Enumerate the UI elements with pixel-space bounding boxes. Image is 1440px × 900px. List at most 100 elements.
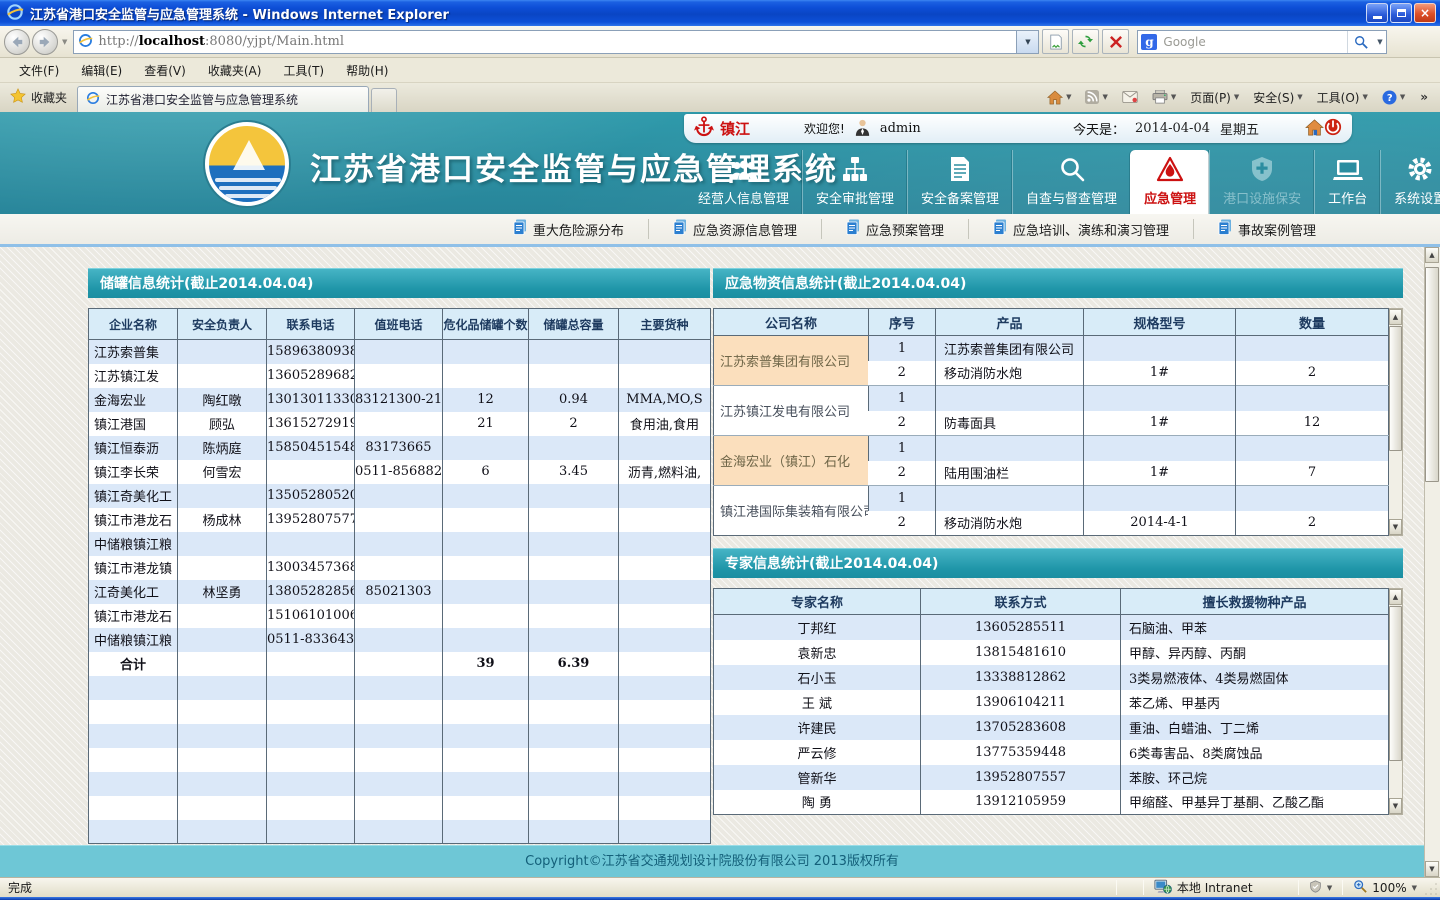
scroll-down-icon[interactable]: ▼	[1389, 519, 1402, 535]
home-shortcut-icon[interactable]	[1305, 119, 1324, 139]
table-cell	[89, 724, 178, 748]
scroll-up-icon[interactable]: ▲	[1389, 309, 1402, 325]
experts-table-row: 陶 勇13912105959甲缩醛、甲基异丁基酮、乙酸乙酯	[714, 790, 1389, 815]
restore-button[interactable]	[1390, 3, 1412, 23]
table-cell	[355, 532, 443, 556]
tank-table: 企业名称安全负责人联系电话值班电话危化品储罐个数储罐总容量主要货种 江苏索普集1…	[88, 308, 711, 844]
scroll-up-icon[interactable]: ▲	[1425, 247, 1439, 263]
help-button[interactable]: ?▼	[1377, 86, 1410, 108]
table-cell: 83121300-21	[355, 388, 443, 412]
refresh-button[interactable]	[1072, 29, 1099, 54]
table-cell: 13815481610	[921, 640, 1121, 665]
table-cell	[443, 628, 529, 652]
magnifier-icon	[1059, 156, 1085, 182]
forward-button[interactable]	[32, 29, 58, 55]
table-cell: 0.94	[529, 388, 619, 412]
scroll-down-icon[interactable]: ▼	[1389, 798, 1402, 814]
menu-item[interactable]: 文件(F)	[8, 62, 70, 79]
menu-item[interactable]: 收藏夹(A)	[197, 62, 273, 79]
favorites-button[interactable]: 收藏夹	[0, 88, 77, 112]
subnav-item[interactable]: 应急资源信息管理	[648, 219, 821, 239]
scrollbar-thumb[interactable]	[1425, 267, 1439, 482]
table-cell	[443, 508, 529, 532]
table-cell: 江苏镇江发	[89, 364, 178, 388]
table-cell	[355, 796, 443, 820]
minimize-button[interactable]	[1366, 3, 1388, 23]
resize-grip[interactable]	[1425, 881, 1439, 895]
supplies-scrollbar[interactable]: ▲ ▼	[1389, 308, 1403, 536]
menu-item[interactable]: 编辑(E)	[70, 62, 133, 79]
search-box[interactable]: g Google ▼	[1137, 30, 1387, 54]
close-button[interactable]: ×	[1414, 3, 1436, 23]
search-dropdown-icon[interactable]: ▼	[1373, 38, 1386, 46]
table-cell	[443, 748, 529, 772]
table-cell	[529, 820, 619, 844]
column-header: 规格型号	[1084, 309, 1236, 336]
table-cell	[355, 508, 443, 532]
main-nav-item[interactable]: 工作台	[1314, 150, 1380, 214]
main-nav-item[interactable]: 经营人信息管理	[685, 150, 802, 214]
supplies-table-row: 江苏索普集团有限公司1江苏索普集团有限公司	[714, 336, 1389, 361]
stop-button[interactable]	[1102, 29, 1129, 54]
scrollbar-thumb[interactable]	[1389, 326, 1402, 451]
table-cell	[619, 484, 711, 508]
subnav-item[interactable]: 应急预案管理	[821, 219, 968, 239]
page-menu-button[interactable]: 页面(P)▼	[1185, 86, 1244, 108]
scroll-down-icon[interactable]: ▼	[1425, 861, 1439, 877]
read-mail-button[interactable]	[1117, 86, 1143, 108]
tank-table-row: 中储粮镇江粮0511-833643	[89, 628, 711, 652]
address-bar[interactable]: http://localhost:8080/yjpt/Main.html ▼	[73, 30, 1039, 54]
main-nav-item[interactable]: 自查与督查管理	[1012, 150, 1130, 214]
print-button[interactable]: ▼	[1147, 86, 1181, 108]
table-cell	[267, 820, 355, 844]
table-cell: 13775359448	[921, 740, 1121, 765]
tank-table-row	[89, 676, 711, 700]
table-cell: 3.45	[529, 460, 619, 484]
intranet-icon	[1154, 879, 1172, 897]
subnav-item[interactable]: 应急培训、演练和演习管理	[968, 219, 1193, 239]
scroll-up-icon[interactable]: ▲	[1389, 589, 1402, 605]
table-cell: 中储粮镇江粮	[89, 532, 178, 556]
table-cell	[355, 556, 443, 580]
table-cell: 2	[869, 511, 936, 536]
main-nav-item[interactable]: 安全审批管理	[802, 150, 907, 214]
back-button[interactable]	[4, 29, 30, 55]
scrollbar-thumb[interactable]	[1389, 606, 1402, 761]
menu-item[interactable]: 查看(V)	[133, 62, 197, 79]
subnav-item[interactable]: 事故案例管理	[1193, 219, 1340, 239]
safety-menu-button[interactable]: 安全(S)▼	[1248, 86, 1307, 108]
menu-item[interactable]: 帮助(H)	[335, 62, 399, 79]
menu-item[interactable]: 工具(T)	[272, 62, 335, 79]
table-cell	[178, 556, 267, 580]
home-button[interactable]: ▼	[1042, 86, 1076, 108]
experts-scrollbar[interactable]: ▲ ▼	[1389, 588, 1403, 815]
company-cell: 金海宏业（镇江）石化	[714, 436, 869, 486]
page-scrollbar[interactable]: ▲ ▼	[1424, 247, 1440, 877]
browser-tab[interactable]: 江苏省港口安全监管与应急管理系统	[77, 86, 369, 112]
table-cell	[355, 364, 443, 388]
table-cell	[619, 796, 711, 820]
main-nav-item[interactable]: 安全备案管理	[907, 150, 1012, 214]
new-tab-button[interactable]	[371, 88, 397, 112]
table-cell	[178, 652, 267, 676]
history-dropdown-icon[interactable]: ▼	[62, 38, 67, 46]
table-cell	[529, 484, 619, 508]
main-nav-item[interactable]: 应急管理	[1130, 150, 1209, 214]
tools-menu-button[interactable]: 工具(O)▼	[1312, 86, 1373, 108]
address-dropdown-icon[interactable]: ▼	[1016, 31, 1038, 53]
main-nav-item[interactable]: 系统设置	[1380, 150, 1440, 214]
table-cell: 13615272919	[267, 412, 355, 436]
compatibility-view-button[interactable]	[1042, 29, 1069, 54]
feeds-button[interactable]: ▼	[1080, 86, 1112, 108]
protected-mode-button[interactable]: ▼	[1301, 880, 1340, 896]
tank-table-row	[89, 796, 711, 820]
subnav-item[interactable]: 重大危险源分布	[489, 219, 648, 239]
table-cell	[619, 700, 711, 724]
logout-icon[interactable]	[1324, 118, 1342, 139]
table-cell: 林坚勇	[178, 580, 267, 604]
table-cell	[529, 580, 619, 604]
search-icon[interactable]	[1347, 31, 1373, 53]
table-cell: 13952807557	[921, 765, 1121, 790]
overflow-chevron[interactable]: »	[1414, 90, 1434, 104]
zoom-control[interactable]: 100% ▼	[1345, 879, 1425, 896]
